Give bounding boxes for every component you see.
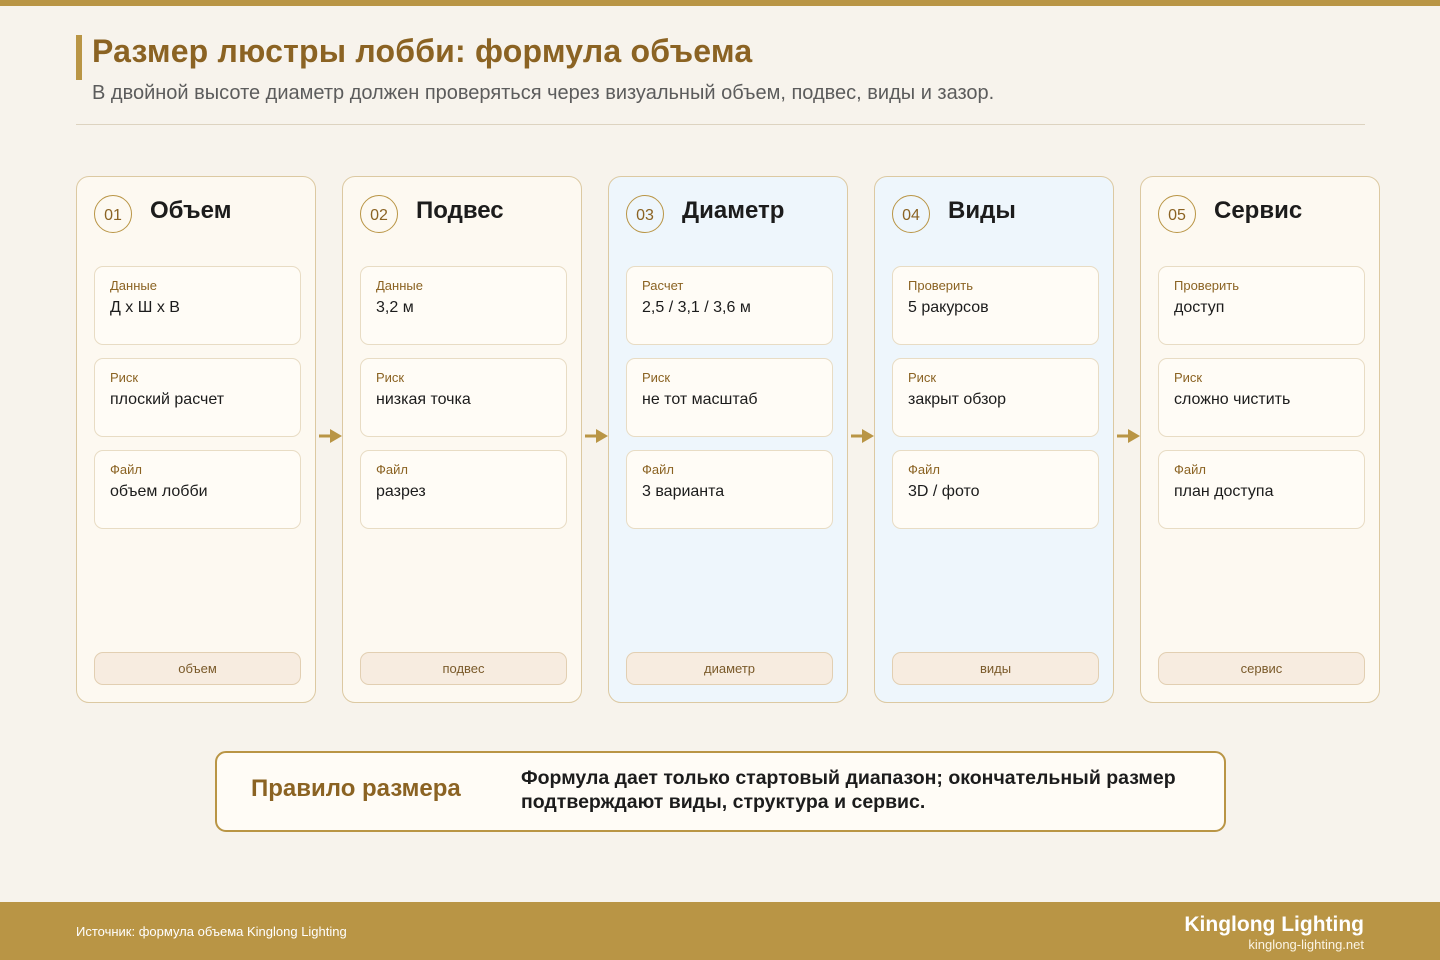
step-title: Диаметр [682,197,785,224]
field-file: Файл объем лобби [94,450,301,529]
size-rule-box: Правило размера Формула дает только стар… [215,751,1226,832]
field-value: план доступа [1174,483,1274,500]
footer-source: Источник: формула объема Kinglong Lighti… [76,924,347,939]
step-tag: виды [892,652,1099,685]
step-number: 03 [626,195,664,233]
arrow-right-icon [319,429,342,443]
field-data: Данные 3,2 м [360,266,567,345]
field-risk: Риск сложно чистить [1158,358,1365,437]
step-card-views: 04 Виды Проверить 5 ракурсов Риск закрыт… [874,176,1114,703]
field-label: Файл [642,462,674,477]
field-value: разрез [376,483,426,500]
field-label: Риск [642,370,671,385]
field-label: Файл [376,462,408,477]
arrow-right-icon [851,429,874,443]
field-value: плоский расчет [110,391,225,408]
field-label: Риск [376,370,405,385]
step-number: 02 [360,195,398,233]
field-risk: Риск не тот масштаб [626,358,833,437]
field-label: Файл [1174,462,1206,477]
field-value: 3,2 м [376,299,414,316]
title-accent-bar [76,35,82,80]
field-label: Расчет [642,278,684,293]
field-risk: Риск закрыт обзор [892,358,1099,437]
field-file: Файл 3D / фото [892,450,1099,529]
step-number: 05 [1158,195,1196,233]
field-value: 5 ракурсов [908,299,989,316]
field-risk: Риск низкая точка [360,358,567,437]
field-file: Файл план доступа [1158,450,1365,529]
field-value: не тот масштаб [642,391,758,408]
footer-url: kinglong-lighting.net [1248,937,1364,952]
field-value: сложно чистить [1174,391,1291,408]
field-label: Риск [1174,370,1203,385]
step-tag: диаметр [626,652,833,685]
field-data: Данные Д x Ш x В [94,266,301,345]
process-steps: 01 Объем Данные Д x Ш x В Риск плоский р… [76,176,1382,705]
step-tag: подвес [360,652,567,685]
header-divider [76,124,1365,125]
rule-label: Правило размера [251,775,461,802]
step-tag: сервис [1158,652,1365,685]
step-card-service: 05 Сервис Проверить доступ Риск сложно ч… [1140,176,1380,703]
field-risk: Риск плоский расчет [94,358,301,437]
field-file: Файл 3 варианта [626,450,833,529]
field-label: Файл [110,462,142,477]
page-title: Размер люстры лобби: формула объема [92,33,753,69]
step-number: 01 [94,195,132,233]
field-label: Проверить [908,278,974,293]
step-tag: объем [94,652,301,685]
top-accent-bar [0,0,1440,6]
field-value: объем лобби [110,483,208,500]
step-title: Сервис [1214,197,1303,224]
field-value: 2,5 / 3,1 / 3,6 м [642,299,751,316]
field-check: Проверить доступ [1158,266,1365,345]
field-label: Данные [110,278,157,293]
field-label: Риск [110,370,139,385]
field-check: Проверить 5 ракурсов [892,266,1099,345]
rule-text: Формула дает только стартовый диапазон; … [521,767,1176,813]
field-value: закрыт обзор [908,391,1007,408]
field-label: Проверить [1174,278,1240,293]
field-value: доступ [1174,299,1225,316]
step-title: Виды [948,197,1016,224]
field-label: Данные [376,278,423,293]
field-file: Файл разрез [360,450,567,529]
field-value: 3 варианта [642,483,725,500]
arrow-right-icon [1117,429,1140,443]
step-card-suspension: 02 Подвес Данные 3,2 м Риск низкая точка… [342,176,582,703]
page-subtitle: В двойной высоте диаметр должен проверят… [92,82,995,104]
step-title: Подвес [416,197,504,224]
footer-brand: Kinglong Lighting [1184,913,1364,936]
step-number: 04 [892,195,930,233]
footer: Источник: формула объема Kinglong Lighti… [0,902,1440,960]
step-title: Объем [150,197,232,224]
field-calculation: Расчет 2,5 / 3,1 / 3,6 м [626,266,833,345]
field-label: Файл [908,462,940,477]
field-value: Д x Ш x В [110,299,180,316]
step-card-diameter: 03 Диаметр Расчет 2,5 / 3,1 / 3,6 м Риск… [608,176,848,703]
field-value: низкая точка [376,391,471,408]
field-label: Риск [908,370,937,385]
arrow-right-icon [585,429,608,443]
step-card-volume: 01 Объем Данные Д x Ш x В Риск плоский р… [76,176,316,703]
field-value: 3D / фото [908,483,980,500]
